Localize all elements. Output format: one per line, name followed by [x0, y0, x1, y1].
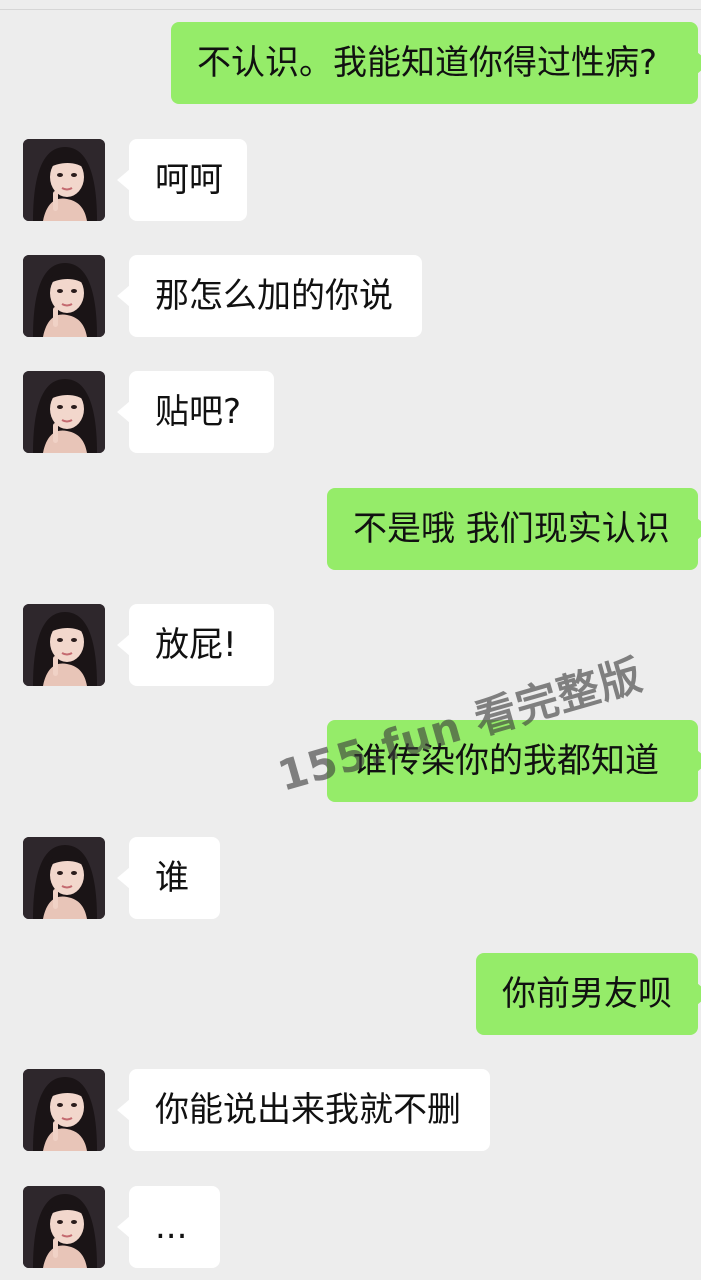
outgoing-message-bubble[interactable]: 不认识。我能知道你得过性病?: [171, 22, 701, 104]
contact-avatar[interactable]: [23, 255, 105, 337]
avatar-portrait-icon: [23, 139, 105, 221]
incoming-message-bubble[interactable]: 放屁!: [117, 604, 274, 686]
contact-avatar[interactable]: [23, 1186, 105, 1268]
chat-area[interactable]: 不认识。我能知道你得过性病? 呵呵 那怎么加的你说 贴吧? 不是哦 我们现实认识…: [0, 0, 701, 1280]
avatar-portrait-icon: [23, 604, 105, 686]
top-divider: [0, 0, 701, 10]
contact-avatar[interactable]: [23, 837, 105, 919]
avatar-portrait-icon: [23, 255, 105, 337]
contact-avatar[interactable]: [23, 604, 105, 686]
incoming-message-bubble[interactable]: 你能说出来我就不删: [117, 1069, 490, 1151]
avatar-portrait-icon: [23, 1186, 105, 1268]
contact-avatar[interactable]: [23, 139, 105, 221]
avatar-portrait-icon: [23, 371, 105, 453]
avatar-portrait-icon: [23, 1069, 105, 1151]
outgoing-message-bubble[interactable]: 不是哦 我们现实认识: [327, 488, 701, 570]
incoming-message-bubble[interactable]: 那怎么加的你说: [117, 255, 422, 337]
outgoing-message-bubble[interactable]: 你前男友呗: [476, 953, 701, 1035]
contact-avatar[interactable]: [23, 371, 105, 453]
incoming-message-bubble[interactable]: 贴吧?: [117, 371, 274, 453]
avatar-portrait-icon: [23, 837, 105, 919]
contact-avatar[interactable]: [23, 1069, 105, 1151]
incoming-message-bubble[interactable]: 呵呵: [117, 139, 247, 221]
incoming-message-bubble[interactable]: 谁: [117, 837, 220, 919]
incoming-message-bubble[interactable]: ...: [117, 1186, 220, 1268]
